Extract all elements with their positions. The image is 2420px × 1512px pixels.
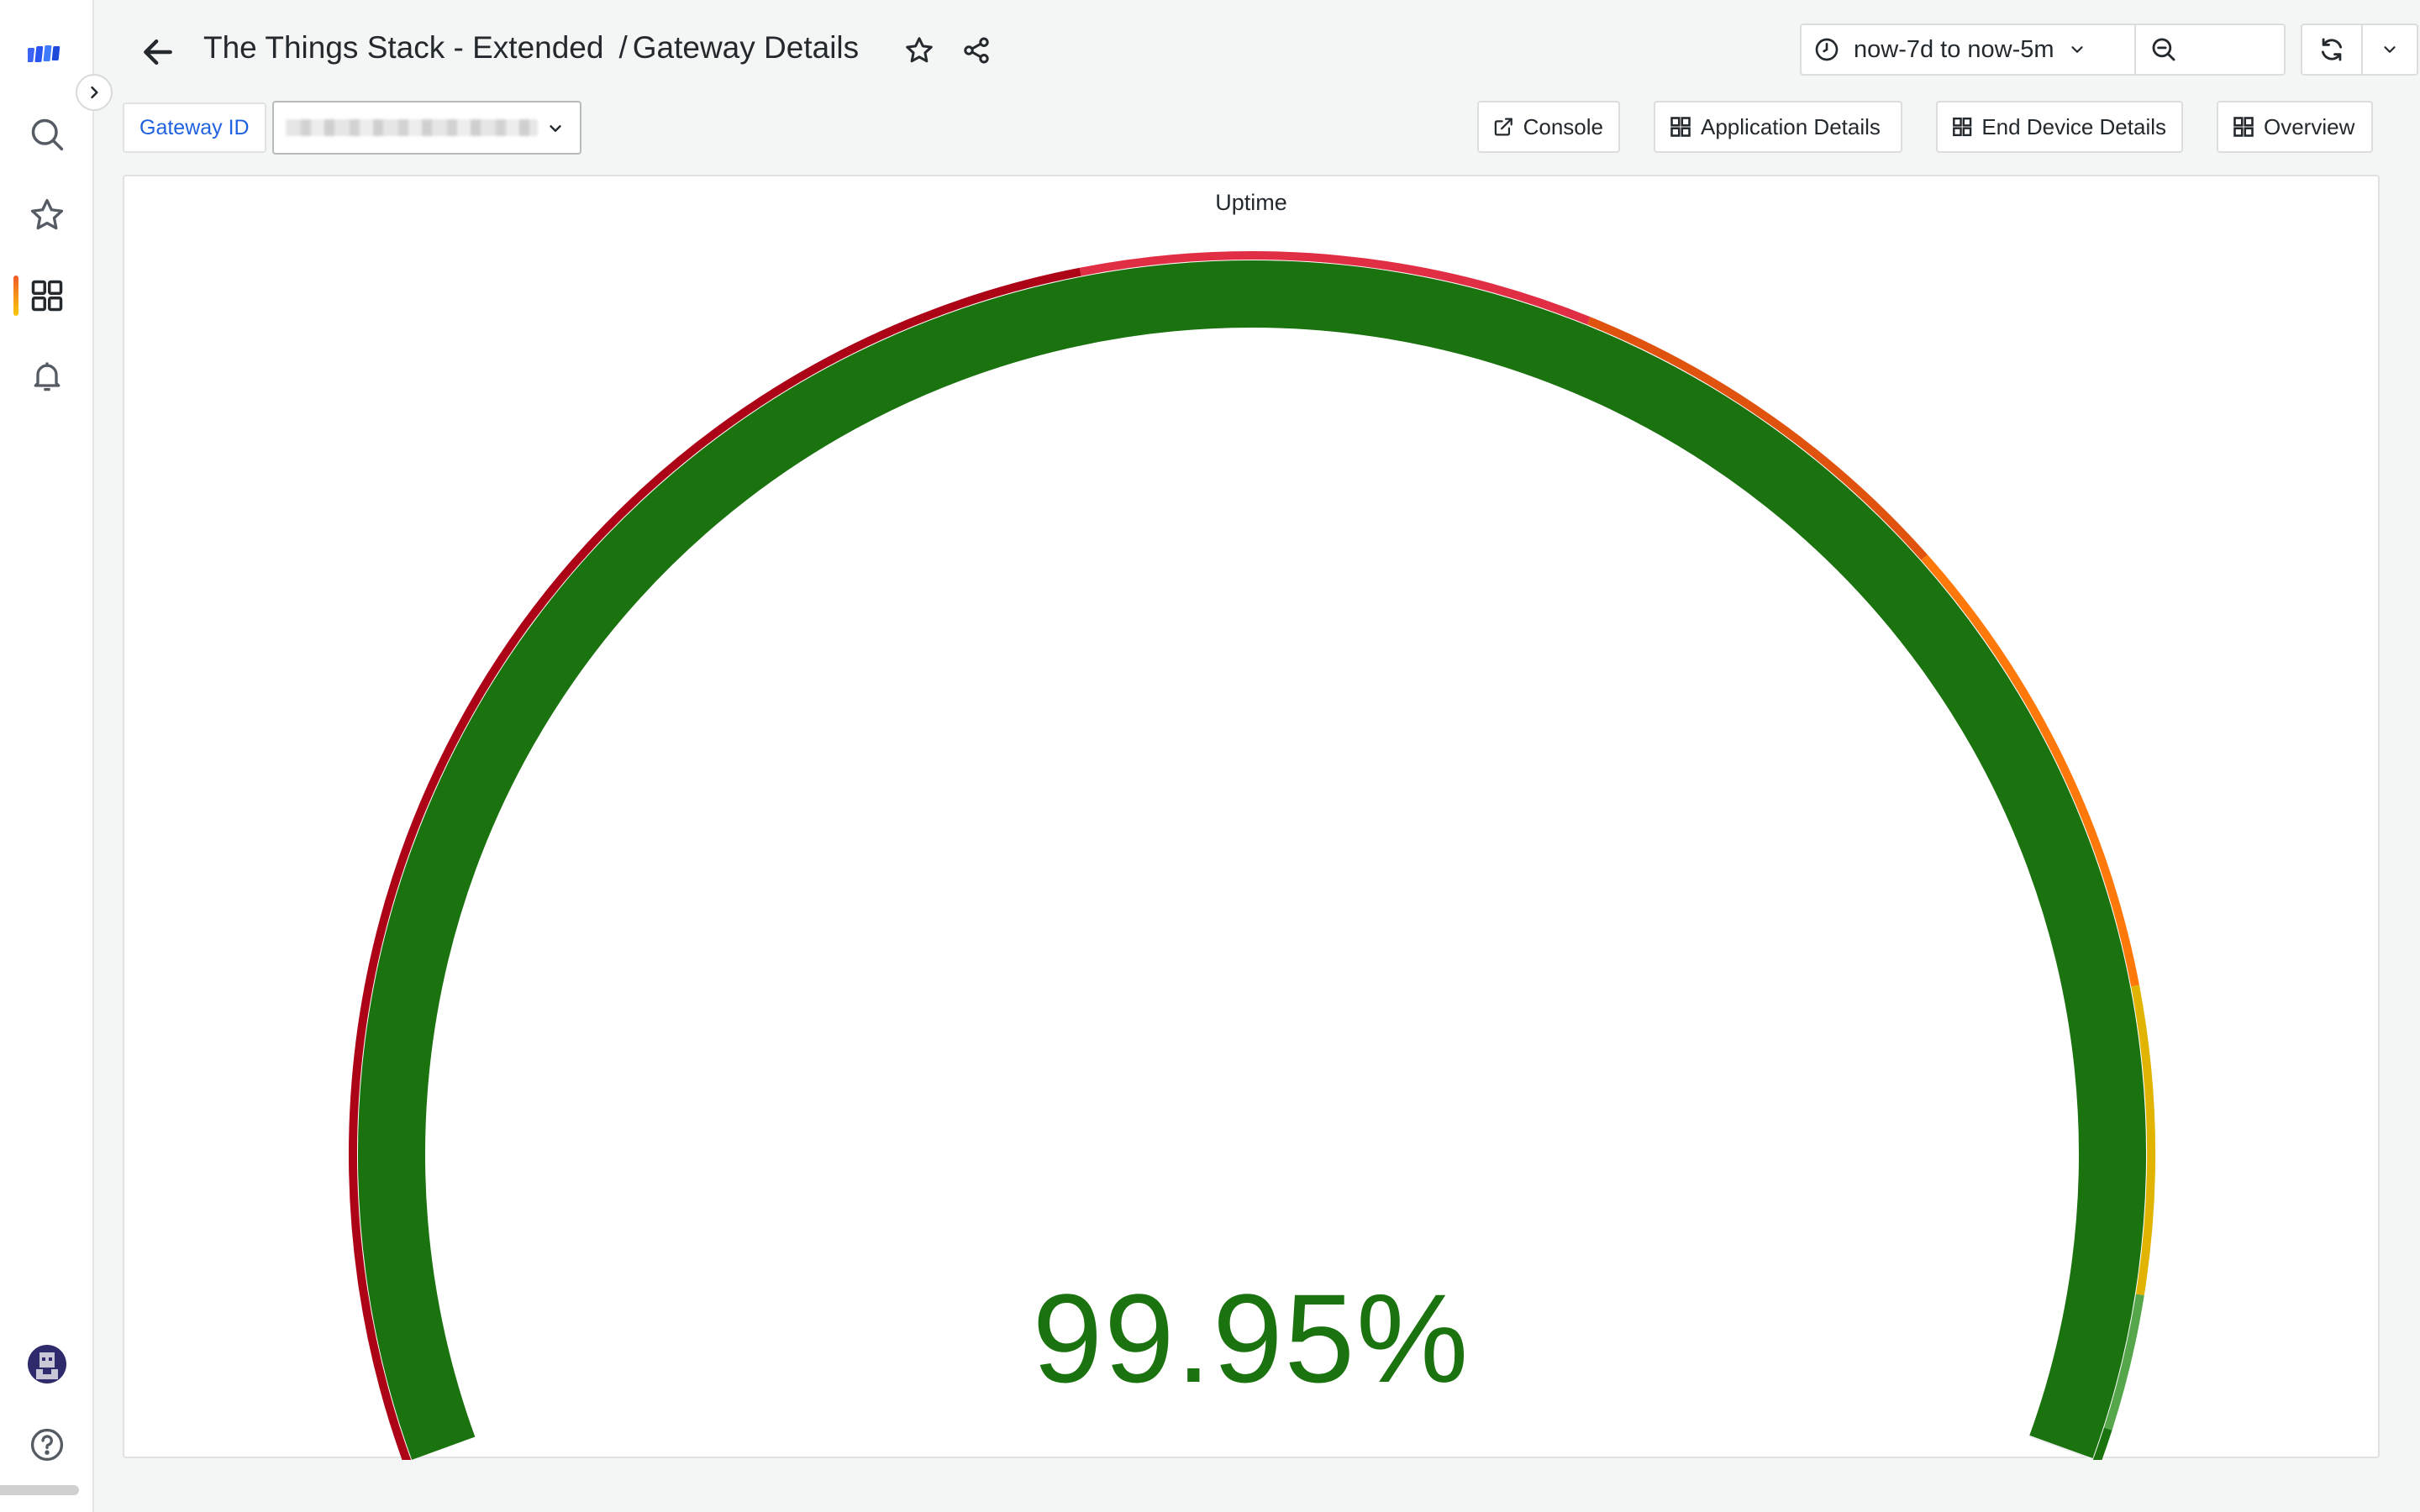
breadcrumb-separator: /	[618, 30, 628, 65]
avatar-icon[interactable]	[18, 1336, 76, 1393]
external-link-icon	[1494, 118, 1512, 136]
end-device-details-label: End Device Details	[1981, 113, 2166, 139]
refresh-interval-dropdown[interactable]	[2361, 25, 2417, 74]
dashboard-grid-icon	[1670, 117, 1691, 137]
gauge-value: 99.95%	[1032, 1268, 1470, 1409]
uptime-panel[interactable]: Uptime 99.95%	[123, 175, 2380, 1460]
back-arrow-icon[interactable]	[131, 25, 185, 79]
bell-icon[interactable]	[18, 348, 76, 405]
console-link[interactable]: Console	[1477, 101, 1620, 153]
overview-link[interactable]: Overview	[2217, 101, 2373, 153]
refresh-group	[2301, 24, 2418, 76]
search-icon[interactable]	[18, 106, 76, 163]
chevron-down-icon	[2070, 46, 2083, 53]
zoom-out-icon	[2152, 38, 2175, 61]
share-icon[interactable]	[956, 30, 997, 71]
redacted-gateway-value	[286, 119, 538, 136]
dashboard-grid-icon	[2233, 117, 2254, 137]
application-details-link[interactable]: Application Details	[1654, 101, 1902, 153]
application-details-label: Application Details	[1701, 113, 1881, 139]
star-dashboard-icon[interactable]	[899, 30, 939, 71]
overview-label: Overview	[2264, 113, 2355, 139]
help-icon[interactable]	[18, 1416, 76, 1473]
sidebar	[0, 0, 94, 1512]
page-title: The Things Stack - Extended / Gateway Deta…	[203, 30, 859, 66]
top-bar: The Things Stack - Extended / Gateway Deta…	[94, 0, 2420, 101]
time-range-label: now-7d to now-5m	[1854, 35, 2054, 63]
refresh-button[interactable]	[2302, 25, 2361, 74]
time-picker-group: now-7d to now-5m	[1800, 24, 2286, 76]
refresh-icon	[2321, 38, 2343, 61]
expand-sidebar-button[interactable]	[76, 74, 113, 111]
chevron-down-icon	[550, 125, 561, 132]
chevron-down-icon	[2384, 46, 2396, 53]
dashboard-title: Gateway Details	[632, 30, 860, 65]
dashboard-grid-icon	[1953, 117, 1972, 137]
clock-icon	[1815, 38, 1839, 61]
end-device-details-link[interactable]: End Device Details	[1936, 101, 2183, 153]
sidebar-scrollbar[interactable]	[0, 1485, 79, 1495]
gateway-id-select[interactable]	[272, 101, 581, 155]
folder-title[interactable]: The Things Stack - Extended	[203, 30, 603, 65]
console-link-label: Console	[1523, 113, 1603, 139]
dashboards-grid-icon[interactable]	[18, 267, 76, 324]
star-icon[interactable]	[18, 186, 76, 244]
zoom-out-button[interactable]	[2134, 25, 2191, 74]
time-range-picker[interactable]: now-7d to now-5m	[1802, 25, 2134, 74]
logo-icon[interactable]	[18, 25, 76, 82]
gateway-id-label: Gateway ID	[123, 102, 266, 153]
